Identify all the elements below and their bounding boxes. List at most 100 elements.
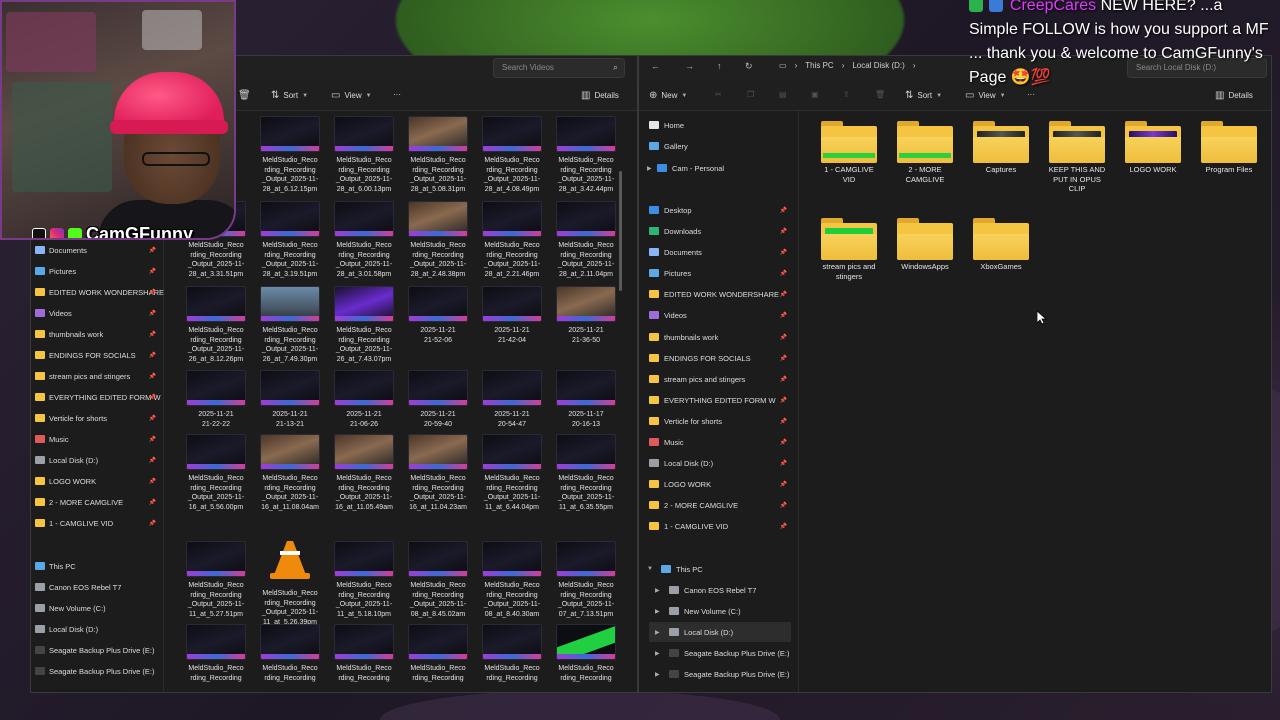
nav-item-new-volume-c[interactable]: New Volume (C:)	[31, 599, 156, 617]
copy-button[interactable]: ❐	[747, 90, 754, 99]
nav-item-pictures[interactable]: Pictures 📌	[31, 262, 156, 280]
chevron-right-icon[interactable]: ▶	[655, 608, 660, 615]
video-file-thumbnail[interactable]: MeldStudio_Reco rding_Recording	[329, 624, 399, 692]
folder-item-keep-this-and-put-in-opus-clip[interactable]: KEEP THIS AND PUT IN OPUS CLIP	[1042, 121, 1112, 194]
delete-button[interactable]: 🗑	[238, 90, 251, 101]
nav-item-thumbnails-work[interactable]: thumbnails work 📌	[649, 327, 791, 347]
chevron-right-icon[interactable]: ▶	[655, 629, 660, 636]
nav-item-gallery[interactable]: Gallery	[649, 136, 791, 156]
nav-item-music[interactable]: Music 📌	[649, 432, 791, 452]
details-button[interactable]: ▥ Details	[1215, 90, 1253, 101]
nav-item-seagate-backup-plus-drive-e[interactable]: Seagate Backup Plus Drive (E:)	[31, 662, 156, 680]
details-button[interactable]: ▥ Details	[581, 90, 619, 101]
share-button[interactable]: ⇪	[843, 90, 850, 99]
nav-item-endings-for-socials[interactable]: ENDINGS FOR SOCIALS 📌	[649, 348, 791, 368]
folder-item-logo-work[interactable]: LOGO WORK	[1118, 121, 1188, 175]
folder-item-stream-pics-and-stingers[interactable]: stream pics and stingers	[814, 218, 884, 281]
nav-item-home[interactable]: Home	[649, 115, 791, 135]
video-file-thumbnail[interactable]: MeldStudio_Reco rding_Recording _Output_…	[329, 286, 399, 368]
nav-item-logo-work[interactable]: LOGO WORK 📌	[649, 474, 791, 494]
nav-item-edited-work-wondershare[interactable]: EDITED WORK WONDERSHARE 📌	[649, 284, 791, 304]
video-file-thumbnail[interactable]: MeldStudio_Reco rding_Recording _Output_…	[329, 434, 399, 516]
nav-item-videos[interactable]: Videos 📌	[31, 304, 156, 322]
video-file-thumbnail[interactable]: MeldStudio_Reco rding_Recording _Output_…	[551, 541, 621, 623]
nav-item-everything-edited-form-w[interactable]: EVERYTHING EDITED FORM W 📌	[649, 390, 791, 410]
nav-item-stream-pics-and-stingers[interactable]: stream pics and stingers 📌	[31, 367, 156, 385]
nav-item-edited-work-wondershare[interactable]: EDITED WORK WONDERSHARE 📌	[31, 283, 164, 301]
delete-button[interactable]: 🗑	[875, 90, 885, 99]
refresh-icon[interactable]: ↻	[745, 61, 753, 72]
nav-item-1-camglive-vid[interactable]: 1 - CAMGLIVE VID 📌	[649, 516, 791, 536]
nav-item-this-pc[interactable]: This PC	[31, 557, 156, 575]
chevron-down-icon[interactable]: ▼	[647, 566, 653, 572]
video-file-thumbnail[interactable]: MeldStudio_Reco rding_Recording _Output_…	[255, 201, 325, 283]
back-arrow-icon[interactable]: ←	[651, 61, 660, 71]
cut-button[interactable]: ✂	[715, 90, 722, 99]
video-file-thumbnail[interactable]: MeldStudio_Reco rding_Recording _Output_…	[477, 541, 547, 623]
video-file-thumbnail[interactable]: MeldStudio_Reco rding_Recording _Output_…	[181, 434, 251, 516]
nav-item-seagate-backup-plus-drive-e[interactable]: Seagate Backup Plus Drive (E:)	[31, 641, 156, 659]
nav-item-pictures[interactable]: Pictures 📌	[649, 263, 791, 283]
video-file-thumbnail[interactable]: MeldStudio_Reco rding_Recording _Output_…	[477, 116, 547, 198]
video-file-thumbnail[interactable]: MeldStudio_Reco rding_Recording _Output_…	[255, 434, 325, 516]
video-file-thumbnail[interactable]: MeldStudio_Reco rding_Recording	[181, 624, 251, 692]
nav-item-verticle-for-shorts[interactable]: Verticle for shorts 📌	[31, 409, 156, 427]
nav-item-1-camglive-vid[interactable]: 1 - CAMGLIVE VID 📌	[31, 514, 156, 532]
video-file-thumbnail[interactable]: 2025-11-21 21-52-06	[403, 286, 473, 368]
video-file-thumbnail[interactable]: MeldStudio_Reco rding_Recording _Output_…	[551, 201, 621, 283]
more-options-button[interactable]: ···	[393, 90, 401, 99]
search-input[interactable]: Search Videos ⌕	[493, 58, 625, 78]
tree-item-local-disk-d[interactable]: ▶ Local Disk (D:)	[649, 622, 791, 642]
nav-item-documents[interactable]: Documents 📌	[649, 242, 791, 262]
paste-button[interactable]: ▤	[779, 90, 787, 99]
video-file-thumbnail[interactable]: MeldStudio_Reco rding_Recording _Output_…	[403, 116, 473, 198]
breadcrumb-local-disk[interactable]: Local Disk (D:)	[852, 61, 904, 70]
nav-item-stream-pics-and-stingers[interactable]: stream pics and stingers 📌	[649, 369, 791, 389]
video-file-thumbnail[interactable]: MeldStudio_Reco rding_Recording _Output_…	[477, 434, 547, 516]
nav-item-thumbnails-work[interactable]: thumbnails work 📌	[31, 325, 156, 343]
sort-button[interactable]: ⇅ Sort ▼	[271, 90, 308, 101]
tree-item-canon-eos-rebel-t7[interactable]: ▶ Canon EOS Rebel T7	[649, 580, 791, 600]
video-file-thumbnail[interactable]: MeldStudio_Reco rding_Recording _Output_…	[181, 541, 251, 623]
forward-arrow-icon[interactable]: →	[685, 61, 694, 71]
folder-item-windowsapps[interactable]: WindowsApps	[890, 218, 960, 272]
video-file-thumbnail[interactable]: 2025-11-21 21-42-04	[477, 286, 547, 368]
video-file-thumbnail[interactable]: MeldStudio_Reco rding_Recording _Output_…	[477, 201, 547, 283]
folder-item-1-camglive-vid[interactable]: 1 - CAMGLIVE VID	[814, 121, 884, 184]
folder-item-2-more-camglive[interactable]: 2 - MORE CAMGLIVE	[890, 121, 960, 184]
nav-item-cam-personal[interactable]: ▶ Cam - Personal	[647, 158, 791, 178]
vertical-scrollbar[interactable]	[619, 171, 622, 291]
video-file-thumbnail[interactable]: MeldStudio_Reco rding_Recording _Output_…	[329, 541, 399, 623]
nav-item-everything-edited-form-w[interactable]: EVERYTHING EDITED FORM W 📌	[31, 388, 161, 406]
new-button[interactable]: ⊕ New ▼	[649, 90, 687, 101]
video-file-thumbnail[interactable]: MeldStudio_Reco rding_Recording _Output_…	[329, 116, 399, 198]
video-file-thumbnail[interactable]: MeldStudio_Reco rding_Recording _Output_…	[551, 434, 621, 516]
video-file-thumbnail[interactable]: 2025-11-21 21-36-50	[551, 286, 621, 368]
chevron-right-icon[interactable]: ▶	[655, 671, 660, 678]
video-file-thumbnail[interactable]: MeldStudio_Reco rding_Recording	[477, 624, 547, 692]
chevron-right-icon[interactable]: ▶	[655, 587, 660, 594]
nav-item-videos[interactable]: Videos 📌	[649, 305, 791, 325]
view-button[interactable]: ▭ View ▼	[965, 90, 1006, 101]
view-button[interactable]: ▭ View ▼	[331, 90, 372, 101]
nav-item-local-disk-d[interactable]: Local Disk (D:) 📌	[31, 451, 156, 469]
nav-item-endings-for-socials[interactable]: ENDINGS FOR SOCIALS 📌	[31, 346, 156, 364]
video-file-thumbnail[interactable]: MeldStudio_Reco rding_Recording	[403, 624, 473, 692]
nav-item-local-disk-d[interactable]: Local Disk (D:)	[31, 620, 156, 638]
nav-item-canon-eos-rebel-t7[interactable]: Canon EOS Rebel T7	[31, 578, 156, 596]
tree-item-seagate-backup-plus-drive-e[interactable]: ▶ Seagate Backup Plus Drive (E:)	[649, 643, 791, 663]
breadcrumb-this-pc[interactable]: This PC	[805, 61, 833, 70]
video-file-thumbnail[interactable]: MeldStudio_Reco rding_Recording _Output_…	[403, 434, 473, 516]
folder-item-xboxgames[interactable]: XboxGames	[966, 218, 1036, 272]
video-file-thumbnail[interactable]: MeldStudio_Reco rding_Recording	[255, 624, 325, 692]
tree-item-new-volume-c[interactable]: ▶ New Volume (C:)	[649, 601, 791, 621]
nav-item-desktop[interactable]: Desktop 📌	[649, 200, 791, 220]
chevron-right-icon[interactable]: ▶	[647, 165, 652, 172]
video-file-thumbnail[interactable]: MeldStudio_Reco rding_Recording _Output_…	[255, 116, 325, 198]
chevron-right-icon[interactable]: ▶	[655, 650, 660, 657]
video-file-thumbnail[interactable]: MeldStudio_Reco rding_Recording _Output_…	[255, 286, 325, 368]
more-options-button[interactable]: ···	[1027, 90, 1035, 99]
video-file-thumbnail[interactable]: MeldStudio_Reco rding_Recording _Output_…	[403, 201, 473, 283]
video-file-thumbnail[interactable]: MeldStudio_Reco rding_Recording	[551, 624, 621, 692]
video-file-thumbnail[interactable]: MeldStudio_Reco rding_Recording _Output_…	[551, 116, 621, 198]
